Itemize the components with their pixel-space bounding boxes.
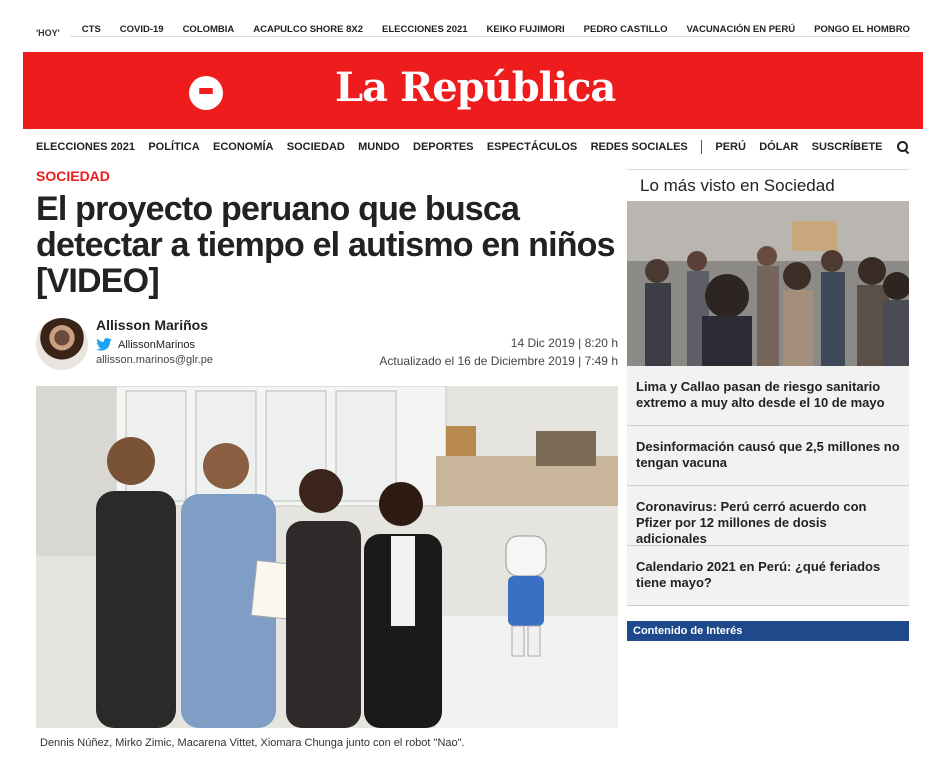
nav-item-mundo[interactable]: MUNDO bbox=[358, 141, 400, 153]
most-viewed-sidebar: Lo más visto en Sociedad Lima y Callao p… bbox=[627, 169, 909, 606]
nav-divider bbox=[701, 140, 703, 154]
article-photo[interactable] bbox=[36, 386, 618, 728]
lab-photo-illustration bbox=[36, 386, 618, 728]
sidebar-article-title: Lima y Callao pasan de riesgo sanitario … bbox=[636, 379, 885, 410]
main-nav: ELECCIONES 2021 POLÍTICA ECONOMÍA SOCIED… bbox=[36, 136, 910, 158]
interest-content-label: Contenido de Interés bbox=[627, 621, 909, 641]
author-avatar[interactable] bbox=[36, 318, 88, 370]
nav-item-politica[interactable]: POLÍTICA bbox=[148, 141, 199, 153]
nav-item-redes-sociales[interactable]: REDES SOCIALES bbox=[591, 141, 688, 153]
hamburger-icon bbox=[199, 87, 213, 99]
nav-item-sociedad[interactable]: SOCIEDAD bbox=[287, 141, 345, 153]
trending-bar: 'HOY' CTS COVID-19 COLOMBIA ACAPULCO SHO… bbox=[36, 22, 910, 38]
nav-item-economia[interactable]: ECONOMÍA bbox=[213, 141, 274, 153]
article-dates: 14 Dic 2019 | 8:20 h Actualizado el 16 d… bbox=[379, 334, 618, 370]
twitter-icon bbox=[96, 338, 112, 351]
menu-button[interactable] bbox=[189, 76, 223, 110]
trending-list: CTS COVID-19 COLOMBIA ACAPULCO SHORE 8X2… bbox=[69, 23, 910, 37]
trending-item[interactable]: COVID-19 bbox=[120, 24, 164, 35]
twitter-handle: AllissonMarinos bbox=[118, 338, 196, 351]
article-title: El proyecto peruano que busca detectar a… bbox=[36, 190, 616, 300]
sidebar-header: Lo más visto en Sociedad bbox=[627, 169, 909, 201]
article-section-label[interactable]: SOCIEDAD bbox=[36, 168, 110, 184]
sidebar-article-item[interactable]: Desinformación causó que 2,5 millones no… bbox=[627, 426, 909, 486]
site-logo[interactable]: La República bbox=[335, 64, 616, 111]
sidebar-article-title: Desinformación causó que 2,5 millones no… bbox=[636, 439, 900, 470]
nav-item-suscribete[interactable]: SUSCRÍBETE bbox=[812, 141, 883, 153]
trending-hoy-label: 'HOY' bbox=[36, 28, 60, 38]
nav-item-deportes[interactable]: DEPORTES bbox=[413, 141, 474, 153]
trending-item[interactable]: CTS bbox=[82, 24, 101, 35]
nav-item-peru[interactable]: PERÚ bbox=[715, 141, 746, 153]
site-header: La República bbox=[23, 52, 923, 129]
published-date: 14 Dic 2019 | 8:20 h bbox=[510, 336, 618, 350]
nav-item-espectaculos[interactable]: ESPECTÁCULOS bbox=[487, 141, 577, 153]
author-email[interactable]: allisson.marinos@glr.pe bbox=[96, 354, 213, 366]
sidebar-article-title: Coronavirus: Perú cerró acuerdo con Pfiz… bbox=[636, 499, 867, 546]
trending-item[interactable]: COLOMBIA bbox=[183, 24, 235, 35]
sidebar-article-item[interactable]: Coronavirus: Perú cerró acuerdo con Pfiz… bbox=[627, 486, 909, 546]
crowd-photo-illustration bbox=[627, 201, 909, 366]
author-block: Allisson Mariños AllissonMarinos allisso… bbox=[36, 316, 618, 372]
sidebar-feature-image[interactable] bbox=[627, 201, 909, 366]
trending-item[interactable]: KEIKO FUJIMORI bbox=[487, 24, 565, 35]
author-twitter[interactable]: AllissonMarinos bbox=[96, 338, 195, 351]
author-name[interactable]: Allisson Mariños bbox=[96, 317, 208, 333]
trending-item[interactable]: PEDRO CASTILLO bbox=[584, 24, 668, 35]
trending-item[interactable]: VACUNACIÓN EN PERÚ bbox=[687, 24, 796, 35]
sidebar-article-item[interactable]: Lima y Callao pasan de riesgo sanitario … bbox=[627, 366, 909, 426]
sidebar-article-title: Calendario 2021 en Perú: ¿qué feriados t… bbox=[636, 559, 881, 590]
trending-item[interactable]: ACAPULCO SHORE 8X2 bbox=[253, 24, 363, 35]
updated-date: Actualizado el 16 de Diciembre 2019 | 7:… bbox=[379, 354, 618, 368]
trending-item[interactable]: ELECCIONES 2021 bbox=[382, 24, 468, 35]
search-icon[interactable] bbox=[896, 140, 910, 154]
nav-item-elecciones[interactable]: ELECCIONES 2021 bbox=[36, 141, 135, 153]
nav-item-dolar[interactable]: DÓLAR bbox=[759, 141, 798, 153]
sidebar-article-item[interactable]: Calendario 2021 en Perú: ¿qué feriados t… bbox=[627, 546, 909, 606]
photo-caption: Dennis Núñez, Mirko Zimic, Macarena Vitt… bbox=[40, 737, 465, 749]
trending-item[interactable]: PONGO EL HOMBRO bbox=[814, 24, 910, 35]
sidebar-title: Lo más visto en Sociedad bbox=[640, 175, 835, 195]
